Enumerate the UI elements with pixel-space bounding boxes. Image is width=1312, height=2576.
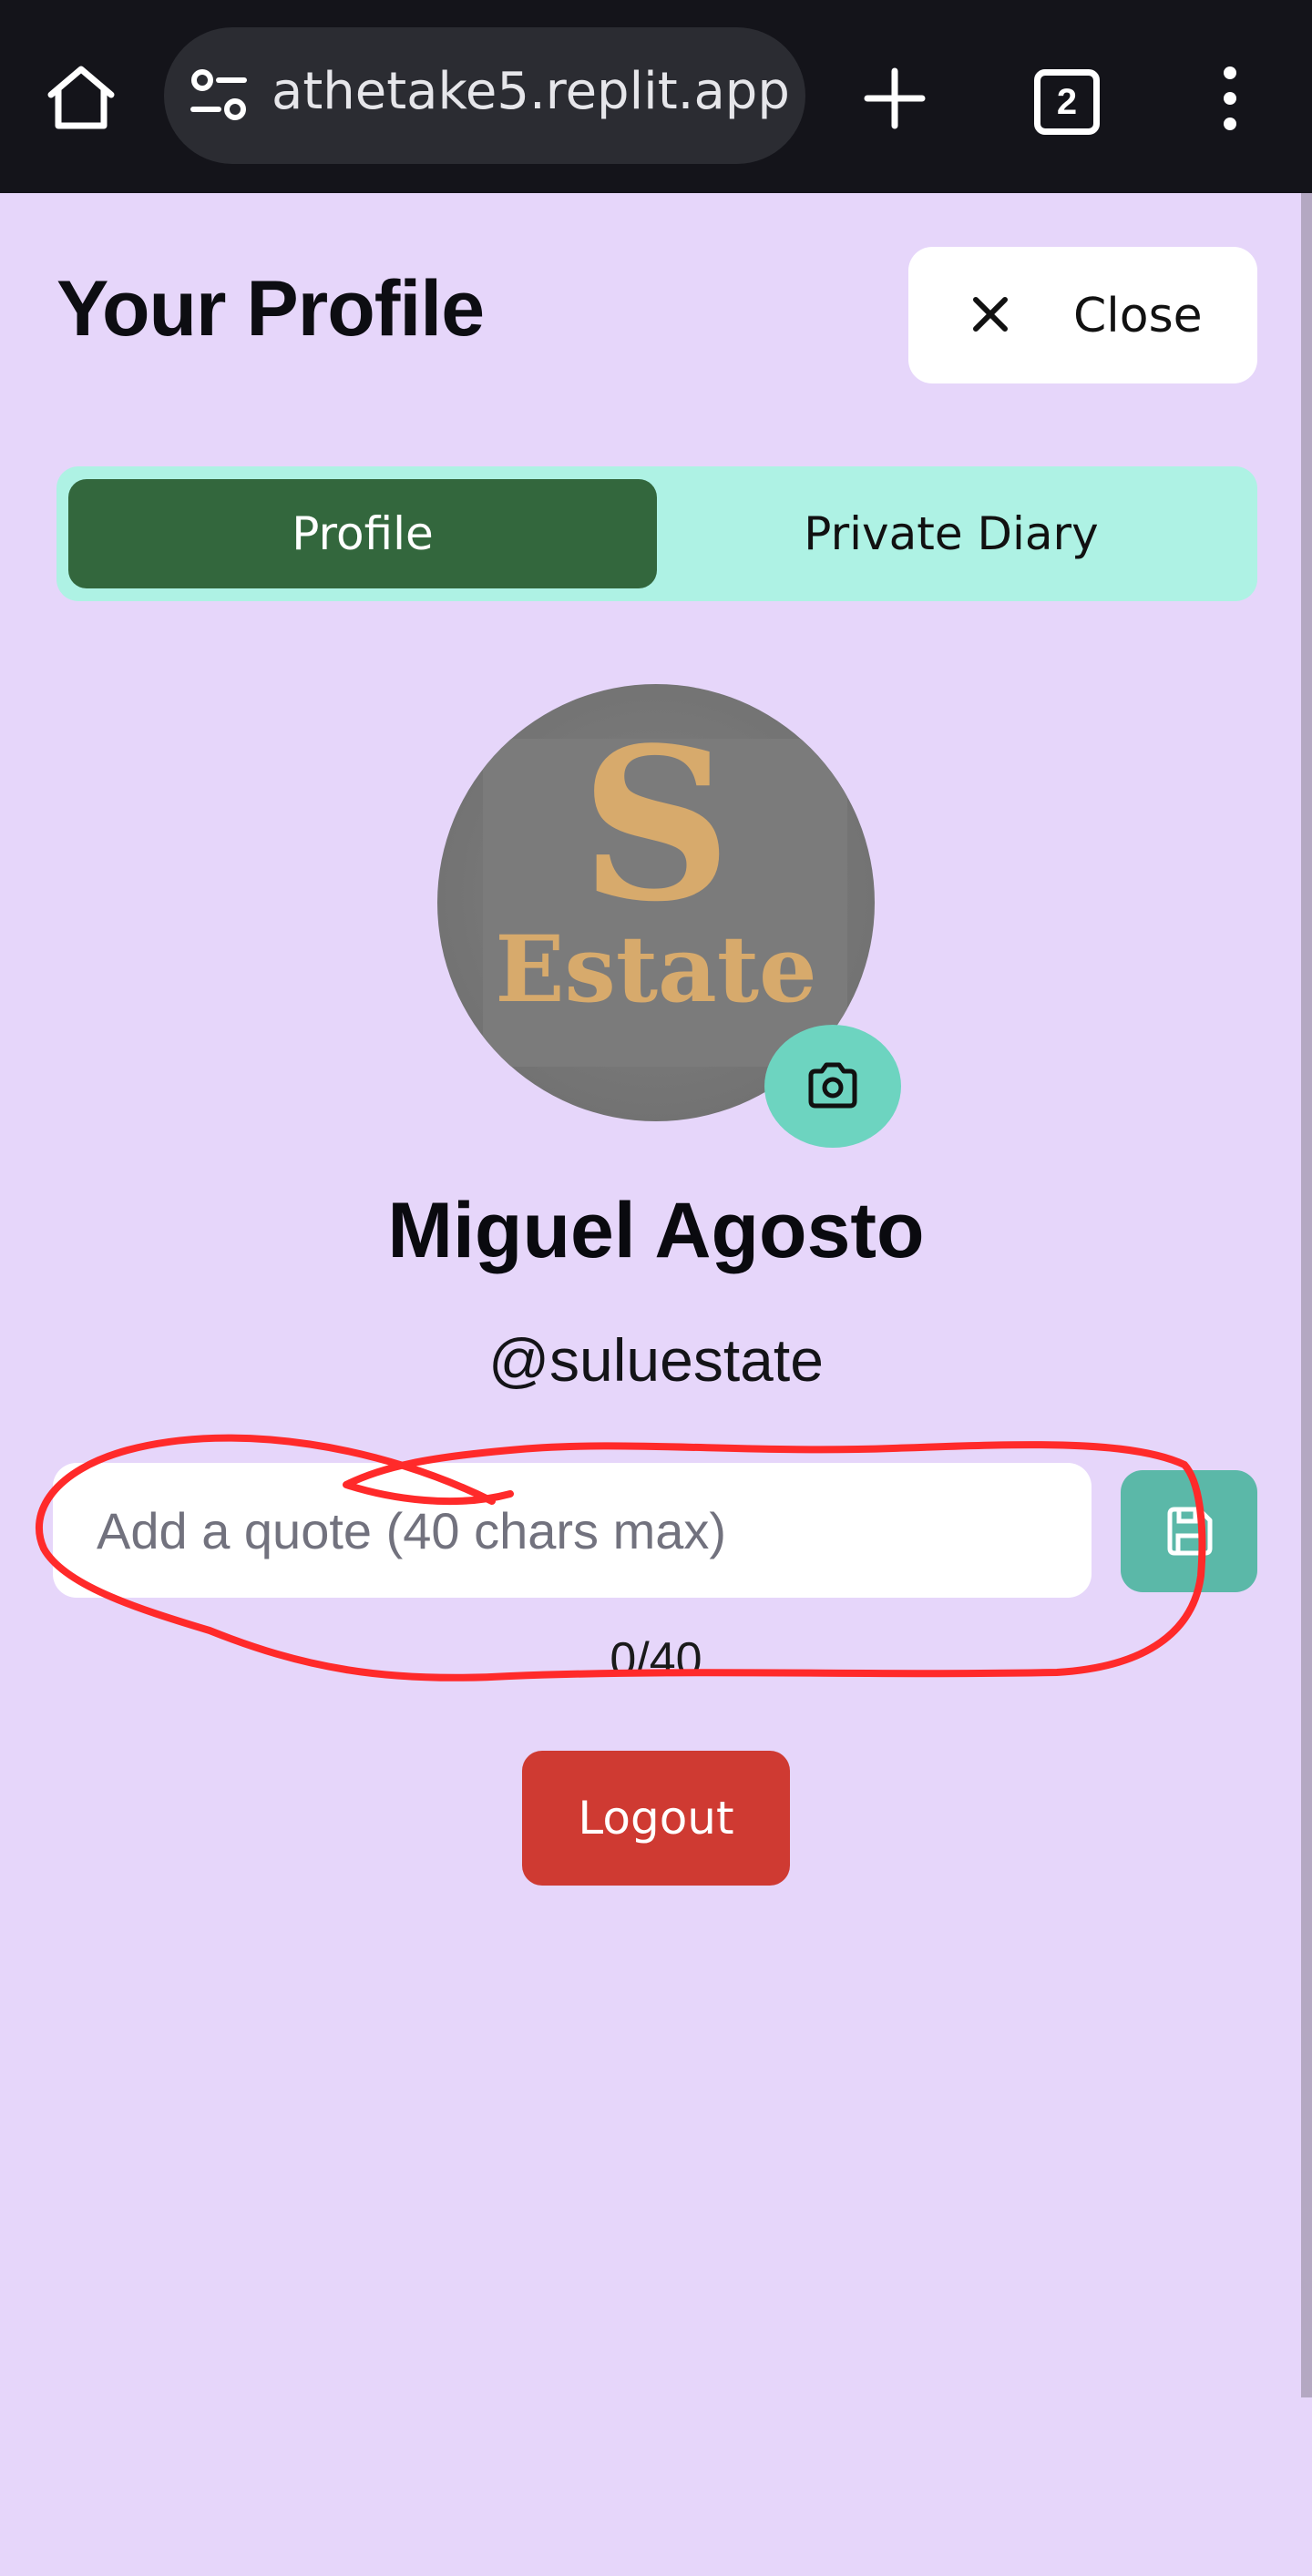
- close-label: Close: [1073, 289, 1203, 343]
- tab-private-diary[interactable]: Private Diary: [657, 479, 1245, 588]
- quote-input[interactable]: [53, 1463, 1092, 1598]
- close-button[interactable]: Close: [908, 247, 1257, 383]
- save-quote-button[interactable]: [1121, 1470, 1257, 1592]
- camera-icon: [805, 1059, 860, 1112]
- site-settings-icon[interactable]: [188, 66, 251, 126]
- close-icon: [969, 292, 1012, 336]
- red-annotation-circle: [36, 1434, 1206, 1682]
- plus-icon[interactable]: [860, 64, 929, 133]
- home-icon[interactable]: [44, 60, 118, 135]
- display-name: Miguel Agosto: [387, 1187, 925, 1274]
- url-text: athetake5.replit.app: [272, 62, 790, 121]
- change-photo-button[interactable]: [764, 1025, 901, 1148]
- scrollbar[interactable]: [1301, 193, 1312, 2397]
- save-icon: [1164, 1505, 1215, 1558]
- more-vert-icon[interactable]: [1212, 64, 1248, 133]
- tab-profile[interactable]: Profile: [68, 479, 657, 588]
- avatar-logo-letter: S: [579, 702, 733, 948]
- tab-switcher-button[interactable]: 2: [1034, 69, 1100, 135]
- page-title: Your Profile: [56, 265, 485, 353]
- address-bar[interactable]: athetake5.replit.app: [164, 27, 805, 164]
- browser-toolbar: athetake5.replit.app 2: [0, 0, 1312, 193]
- profile-tabs: Profile Private Diary: [56, 466, 1257, 601]
- username: @suluestate: [488, 1326, 824, 1394]
- avatar-logo-word: Estate: [495, 915, 817, 1023]
- logout-button[interactable]: Logout: [522, 1751, 790, 1886]
- quote-char-count: 0/40: [610, 1633, 702, 1686]
